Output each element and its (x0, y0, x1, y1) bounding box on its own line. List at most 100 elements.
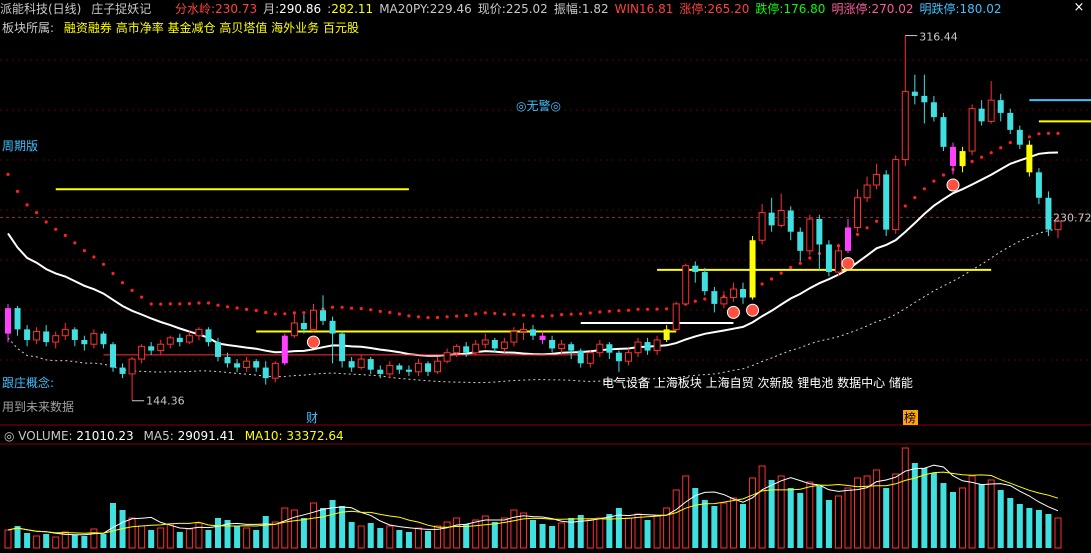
volume-bar (892, 473, 900, 549)
candle-body (901, 91, 909, 161)
follow-concept-label: 跟庄概念: (2, 376, 55, 390)
volume-bar (377, 528, 384, 548)
volume-bar (1045, 514, 1052, 548)
stop-dot (149, 302, 153, 306)
volume-bar (357, 525, 365, 549)
candle-body (987, 99, 995, 122)
volume-bar (624, 517, 632, 549)
candle-body (539, 335, 546, 340)
candle-body (586, 352, 594, 364)
stop-dot (493, 311, 497, 315)
volume-bar (243, 527, 251, 549)
stop-dot (598, 310, 602, 314)
volume-bar (930, 473, 937, 548)
candle-body (290, 322, 298, 337)
candle-body (271, 362, 279, 379)
stop-dot (187, 302, 191, 306)
stop-dot (502, 312, 506, 316)
stop-dot (980, 155, 984, 159)
volume-bar (530, 520, 536, 548)
candle-body (281, 335, 288, 364)
stop-dot (245, 307, 249, 311)
volume-bar (166, 523, 174, 549)
candle-body (205, 329, 212, 343)
volume-bar (4, 529, 12, 549)
candle-body (434, 360, 442, 373)
stop-dot (540, 314, 545, 318)
candle-body (787, 210, 794, 232)
volume-bar (577, 515, 584, 548)
candle-body (883, 174, 890, 230)
candle-body (834, 250, 842, 273)
volume-collapse-icon[interactable]: ◎ (4, 429, 18, 443)
volume-bar (921, 468, 928, 548)
stop-dot (82, 249, 86, 253)
candle-body (663, 329, 670, 340)
stop-dot (579, 312, 583, 316)
volume-bar (453, 517, 461, 549)
candle-body (405, 369, 412, 372)
candlestick-chart[interactable]: 316.44 144.36 230.72 财 榜 (0, 0, 1091, 553)
volume-bar (472, 519, 480, 549)
signal-ball (746, 303, 760, 317)
volume-bar (940, 483, 947, 548)
stop-dot (922, 187, 927, 191)
candle-body (386, 364, 394, 375)
volume-bar (414, 527, 422, 549)
stop-dot (617, 309, 621, 313)
volume-bar (558, 522, 566, 549)
stop-dot (369, 308, 373, 312)
stop-dot (941, 173, 946, 177)
candle-body (596, 343, 604, 354)
stop-dot (970, 159, 974, 164)
candle-body (777, 210, 785, 226)
stop-dot (903, 204, 907, 208)
volume-bar (396, 530, 403, 548)
volume-bar (653, 515, 661, 549)
stop-dot (359, 307, 363, 311)
volume-bar (71, 535, 78, 548)
candle-body (797, 231, 804, 251)
stop-dot (645, 307, 650, 311)
concept-list: 电气设备 上海板块 上海自贸 次新股 锂电池 数据中心 储能 (602, 376, 913, 390)
candle-body (253, 361, 260, 368)
candle-body (33, 330, 41, 341)
candle-body (968, 108, 976, 152)
stop-dot (302, 311, 306, 315)
volume-bar (787, 488, 794, 548)
volume-bar (271, 521, 279, 549)
candle-body (711, 291, 718, 304)
stop-dot (426, 316, 430, 320)
stop-dot (140, 295, 144, 299)
volume-bar (806, 481, 814, 549)
stop-dot (111, 271, 115, 276)
candle-body (377, 369, 384, 374)
candle-body (90, 333, 98, 345)
candle-body (357, 358, 365, 369)
candle-body (634, 341, 642, 354)
candle-body (816, 219, 823, 245)
volume-value: 21010.23 (76, 429, 134, 443)
volume-bar (854, 477, 862, 549)
volume-header: ◎ VOLUME: 21010.23 MA5: 29091.41 MA10: 3… (4, 428, 344, 444)
volume-bar (644, 520, 651, 548)
candle-body (52, 335, 60, 343)
candle-body (71, 329, 78, 340)
volume-bar (290, 509, 298, 549)
candle-body (491, 339, 498, 349)
candle-body (61, 328, 69, 337)
candle-body (825, 244, 832, 273)
volume-bar (367, 523, 374, 548)
volume-bar (33, 535, 41, 549)
candle-body (100, 333, 107, 345)
volume-bar (348, 522, 355, 548)
volume-bar (797, 493, 804, 548)
volume-bar (262, 516, 269, 548)
volume-bar (463, 524, 470, 548)
candle-body (309, 309, 317, 330)
volume-bar (959, 487, 967, 549)
stop-dot (636, 307, 640, 311)
stop-dot (35, 211, 39, 215)
volume-bar (987, 479, 995, 549)
stop-dot (913, 196, 917, 200)
